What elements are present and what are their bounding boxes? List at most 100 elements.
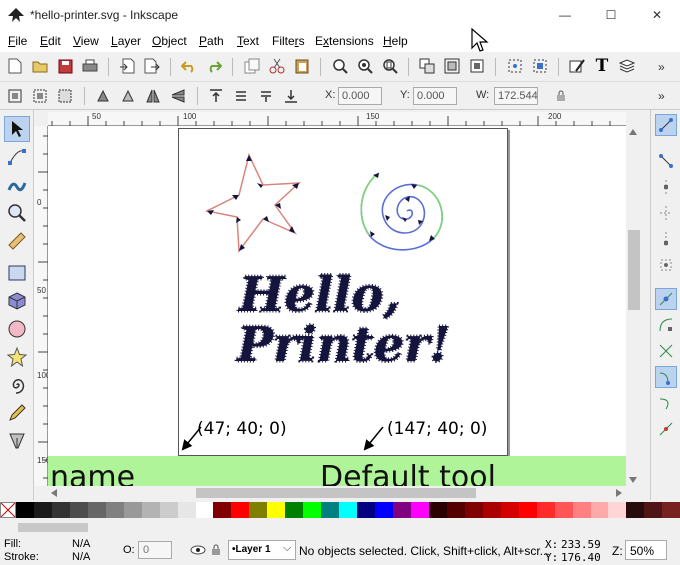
menu-file[interactable]: File [8, 34, 27, 48]
color-swatch[interactable] [249, 502, 268, 518]
close-button[interactable]: ✕ [634, 0, 680, 30]
raise-to-top-icon[interactable] [207, 87, 225, 105]
lower-to-bottom-icon[interactable] [282, 87, 300, 105]
menu-path[interactable]: Path [199, 34, 224, 48]
color-swatch[interactable] [339, 502, 358, 518]
pencil-tool-icon[interactable] [4, 400, 30, 426]
save-icon[interactable] [56, 57, 74, 75]
menu-object[interactable]: Object [152, 34, 187, 48]
selector-tool-icon[interactable] [4, 116, 30, 142]
menu-text[interactable]: Text [237, 34, 259, 48]
menu-help[interactable]: Help [383, 34, 408, 48]
color-swatch[interactable] [500, 502, 519, 518]
snap-bbox-center-icon[interactable] [655, 254, 677, 276]
raise-icon[interactable] [232, 87, 250, 105]
y-field[interactable]: 0.000 [413, 87, 457, 105]
palette-scrollbar[interactable] [0, 520, 680, 534]
duplicate-icon[interactable] [243, 57, 261, 75]
pen-tool-icon[interactable] [4, 428, 30, 454]
scroll-down-icon[interactable] [629, 477, 637, 483]
color-swatch[interactable] [590, 502, 609, 518]
scroll-up-icon[interactable] [629, 129, 637, 135]
deselect-icon[interactable] [56, 87, 74, 105]
snap-bbox-icon[interactable] [655, 150, 677, 172]
color-swatch[interactable] [393, 502, 411, 518]
zoom-selection-icon[interactable] [331, 57, 349, 75]
palette-scroll-thumb[interactable] [18, 523, 88, 532]
vertical-scroll-thumb[interactable] [628, 230, 640, 310]
snap-path-icon[interactable] [655, 314, 677, 336]
flip-horizontal-icon[interactable] [144, 87, 162, 105]
scroll-right-icon[interactable] [616, 489, 622, 497]
scroll-left-icon[interactable] [51, 489, 57, 497]
color-swatch[interactable] [321, 502, 340, 518]
3d-box-tool-icon[interactable] [4, 288, 30, 314]
color-swatch[interactable] [69, 502, 88, 518]
tweak-tool-icon[interactable] [4, 172, 30, 198]
toolbar-more-icon[interactable]: » [658, 60, 665, 74]
drawing-canvas[interactable]: Hello, Printer! (47; 40; 0) (147; 40; 0)… [48, 126, 626, 486]
color-swatch[interactable] [572, 502, 591, 518]
opacity-field[interactable]: 0 [138, 541, 172, 559]
color-swatch[interactable] [446, 502, 465, 518]
color-swatch[interactable] [213, 502, 232, 518]
menu-edit[interactable]: Edit [40, 34, 61, 48]
color-swatch[interactable] [375, 502, 394, 518]
color-swatch[interactable] [285, 502, 304, 518]
menu-extensions[interactable]: Extensions [315, 34, 374, 48]
snap-midpoint-icon[interactable] [655, 418, 677, 440]
color-swatch[interactable] [626, 502, 645, 518]
color-swatch[interactable] [518, 502, 537, 518]
zoom-page-icon[interactable] [381, 57, 399, 75]
color-swatch[interactable] [303, 502, 322, 518]
rotate-ccw-icon[interactable] [94, 87, 112, 105]
ellipse-tool-icon[interactable] [4, 316, 30, 342]
eye-icon[interactable] [190, 544, 206, 556]
minimize-button[interactable]: — [542, 0, 588, 30]
toolbar2-more-icon[interactable]: » [658, 89, 665, 103]
maximize-button[interactable]: ☐ [588, 0, 634, 30]
rotate-cw-icon[interactable] [119, 87, 137, 105]
zoom-field[interactable]: 50% [625, 540, 667, 560]
select-all-layers-icon[interactable] [31, 87, 49, 105]
redo-icon[interactable] [205, 57, 223, 75]
color-swatch[interactable] [608, 502, 627, 518]
color-swatch[interactable] [357, 502, 376, 518]
no-paint-swatch[interactable] [0, 502, 16, 518]
color-swatch[interactable] [554, 502, 573, 518]
color-swatch[interactable] [123, 502, 142, 518]
layer-icon[interactable] [468, 57, 486, 75]
select-all-icon[interactable] [6, 87, 24, 105]
color-swatch[interactable] [464, 502, 483, 518]
node-tool-icon[interactable] [4, 144, 30, 170]
paste-icon[interactable] [293, 57, 311, 75]
color-swatch[interactable] [231, 502, 250, 518]
xml-editor-icon[interactable] [506, 57, 524, 75]
cut-icon[interactable] [268, 57, 286, 75]
snap-cusp-icon[interactable] [655, 366, 677, 388]
snap-smooth-icon[interactable] [655, 392, 677, 414]
snap-nodes-icon[interactable] [655, 288, 677, 310]
horizontal-scroll-thumb[interactable] [196, 488, 476, 498]
text-font-icon[interactable]: T [593, 56, 611, 76]
spiral-tool-icon[interactable] [4, 372, 30, 398]
color-swatch[interactable] [662, 502, 680, 518]
snap-bbox-mid-icon[interactable] [655, 228, 677, 250]
open-folder-icon[interactable] [31, 57, 49, 75]
layer-lock-icon[interactable] [210, 544, 222, 556]
snap-bbox-edge-icon[interactable] [655, 176, 677, 198]
lock-icon[interactable] [552, 87, 570, 105]
star-tool-icon[interactable] [4, 344, 30, 370]
zoom-tool-icon[interactable] [4, 200, 30, 226]
fill-stroke-icon[interactable] [568, 57, 586, 75]
color-swatch[interactable] [410, 502, 429, 518]
layers-panel-icon[interactable] [618, 57, 636, 75]
color-swatch[interactable] [105, 502, 124, 518]
group-icon[interactable] [418, 57, 436, 75]
stroke-value[interactable]: N/A [72, 551, 90, 563]
color-swatch[interactable] [33, 502, 52, 518]
color-swatch[interactable] [141, 502, 160, 518]
rectangle-tool-icon[interactable] [4, 260, 30, 286]
menu-layer[interactable]: Layer [111, 34, 141, 48]
color-swatch[interactable] [536, 502, 555, 518]
